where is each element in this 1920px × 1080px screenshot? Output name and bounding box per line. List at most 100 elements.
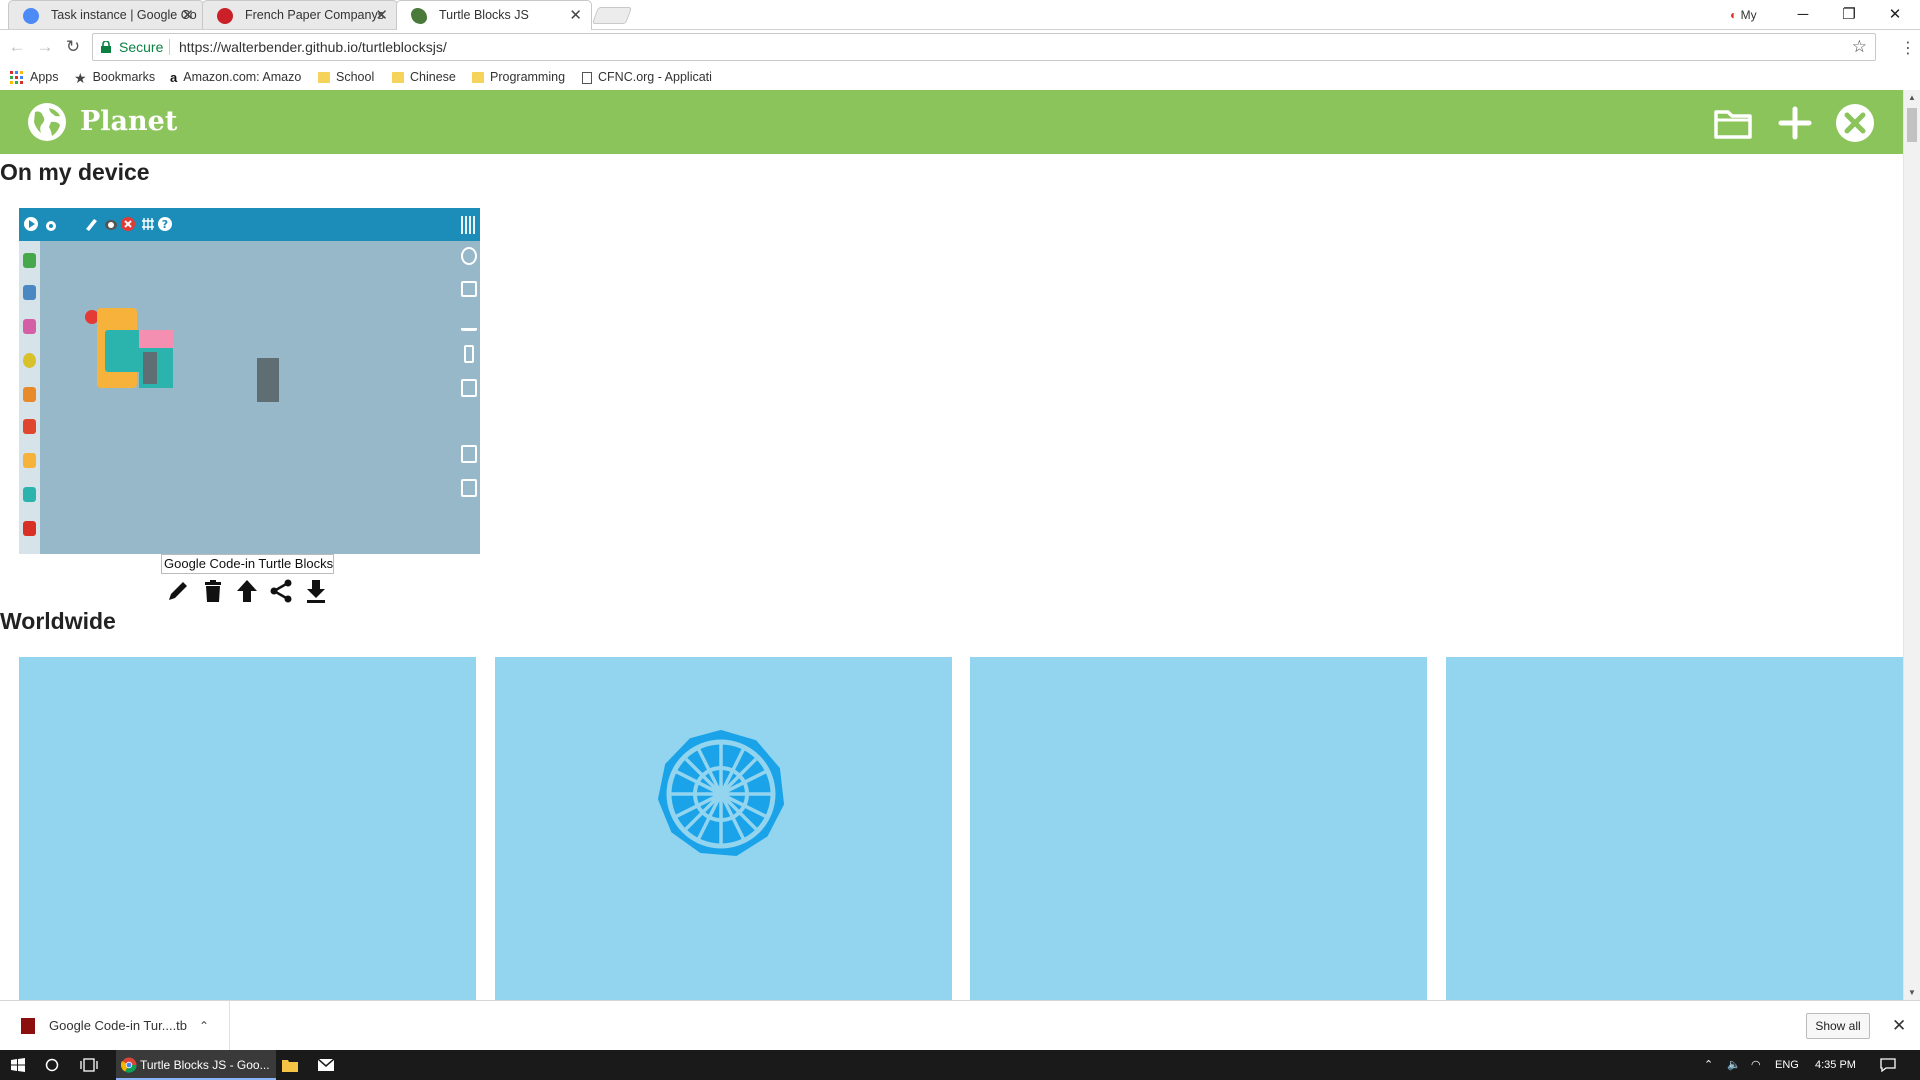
show-all-button[interactable]: Show all	[1806, 1013, 1870, 1039]
page-scrollbar[interactable]: ▲ ▼	[1903, 90, 1920, 1000]
file-icon	[21, 1018, 35, 1034]
scrollbar-thumb[interactable]	[1907, 108, 1917, 142]
restore-button[interactable]: ❐	[1826, 0, 1872, 30]
reload-button[interactable]: ↻	[62, 36, 84, 58]
planet-icon	[461, 247, 477, 265]
scroll-up-icon[interactable]: ▲	[1908, 93, 1916, 102]
pinterest-icon	[217, 8, 233, 24]
save-icon	[461, 313, 477, 331]
apps-grid-icon	[10, 70, 23, 84]
project-thumbnail[interactable]: ?	[19, 208, 480, 554]
bookmark-star-icon[interactable]: ☆	[1852, 34, 1867, 60]
profile-chip[interactable]: ◐ My	[1730, 6, 1757, 24]
palette-boolean	[23, 353, 36, 368]
file-explorer-icon[interactable]	[282, 1058, 298, 1072]
chevron-up-icon[interactable]: ⌃	[199, 1001, 209, 1051]
repeat-block	[105, 330, 141, 372]
edit-icon[interactable]	[165, 578, 191, 604]
folder-icon	[392, 72, 404, 84]
download-item[interactable]: Google Code-in Tur....tb ⌃	[0, 1001, 230, 1051]
worldwide-project-card[interactable]	[1446, 657, 1903, 1000]
url-text[interactable]: https://walterbender.github.io/turtleblo…	[179, 34, 447, 60]
download-filename: Google Code-in Tur....tb	[49, 1018, 188, 1033]
grid-icon	[142, 218, 154, 230]
aux-toolbar	[458, 241, 480, 554]
tab-title: Turtle Blocks JS	[439, 8, 529, 22]
tab-title: Task instance | Google Co	[51, 8, 197, 22]
task-view-icon[interactable]	[80, 1058, 98, 1072]
taskbar-chrome-window[interactable]: Turtle Blocks JS - Goo...	[116, 1050, 276, 1080]
forward-button[interactable]: →	[34, 36, 56, 58]
scroll-down-icon[interactable]: ▼	[1908, 988, 1916, 997]
divider	[169, 39, 170, 55]
menu-icon	[461, 216, 475, 234]
palette-action	[23, 453, 36, 468]
address-bar[interactable]: Secure https://walterbender.github.io/tu…	[92, 33, 1876, 61]
menu-kebab-icon[interactable]: ⋮	[1900, 38, 1916, 58]
worldwide-project-card[interactable]	[19, 657, 476, 1000]
tab-task-instance[interactable]: Task instance | Google Co ✕	[8, 0, 204, 29]
tray-expand-icon[interactable]: ⌃	[1704, 1050, 1713, 1080]
profile-label: My	[1740, 8, 1757, 22]
minimize-button[interactable]: ─	[1780, 0, 1826, 30]
planet-title: Planet	[80, 106, 178, 137]
new-tab-button[interactable]	[591, 7, 633, 24]
close-window-button[interactable]: ✕	[1872, 0, 1918, 30]
svg-text:?: ?	[162, 218, 168, 231]
close-download-bar-icon[interactable]: ✕	[1892, 1001, 1906, 1051]
bookmark-label: Programming	[490, 70, 566, 84]
notifications-icon[interactable]	[1880, 1058, 1896, 1072]
download-icon[interactable]	[303, 578, 329, 604]
palette-media	[23, 487, 36, 502]
close-tab-icon[interactable]: ✕	[181, 1, 194, 29]
project-name-field[interactable]: Google Code-in Turtle Blocks	[161, 554, 334, 574]
windows-start-icon[interactable]	[11, 1058, 25, 1072]
block-palette	[19, 241, 40, 554]
wrench-icon	[461, 413, 477, 431]
palette-extras	[23, 521, 36, 536]
volume-icon[interactable]: 🔈	[1727, 1050, 1741, 1080]
bookmark-amazon[interactable]: a Amazon.com: Amazo	[170, 64, 301, 90]
close-icon[interactable]	[1835, 103, 1875, 143]
tab-turtle-blocks[interactable]: Turtle Blocks JS ✕	[396, 0, 592, 30]
close-tab-icon[interactable]: ✕	[569, 1, 582, 30]
page-icon	[582, 71, 592, 84]
clock[interactable]: 4:35 PM	[1815, 1050, 1856, 1080]
trash-icon	[461, 445, 477, 463]
worldwide-project-card[interactable]	[970, 657, 1427, 1000]
number-block	[139, 330, 173, 348]
tab-strip: Task instance | Google Co ✕ French Paper…	[0, 0, 1920, 30]
bookmark-chinese[interactable]: Chinese	[392, 64, 456, 90]
bookmark-bookmarks[interactable]: ★ Bookmarks	[74, 64, 155, 90]
worldwide-project-card[interactable]	[495, 657, 952, 1000]
bookmark-label: Apps	[30, 70, 59, 84]
new-project-icon[interactable]	[1775, 103, 1815, 143]
mail-icon[interactable]	[318, 1059, 334, 1071]
bookmark-label: Chinese	[410, 70, 456, 84]
publish-icon[interactable]	[234, 578, 260, 604]
tab-french-paper[interactable]: French Paper Companys ✕	[202, 0, 398, 29]
lock-icon	[101, 41, 111, 53]
turtle-icon	[411, 8, 427, 24]
wifi-icon[interactable]: ◠	[1751, 1050, 1761, 1080]
bookmarks-bar: Apps ★ Bookmarks a Amazon.com: Amazo Schoo…	[0, 64, 1920, 90]
language-indicator[interactable]: ENG	[1775, 1050, 1799, 1080]
cortana-search-icon[interactable]	[45, 1058, 59, 1072]
delete-icon[interactable]	[200, 578, 226, 604]
bookmark-label: Amazon.com: Amazo	[183, 70, 302, 84]
bookmark-school[interactable]: School	[318, 64, 374, 90]
open-folder-icon[interactable]	[1713, 103, 1753, 143]
share-icon[interactable]	[268, 578, 294, 604]
globe-icon[interactable]	[27, 102, 67, 142]
bookmark-programming[interactable]: Programming	[472, 64, 565, 90]
bookmark-apps[interactable]: Apps	[10, 64, 59, 90]
bookmark-label: CFNC.org - Applicati	[598, 70, 712, 84]
close-tab-icon[interactable]: ✕	[375, 1, 388, 29]
back-button[interactable]: ←	[6, 36, 28, 58]
secure-label: Secure	[119, 39, 164, 55]
folder-icon	[318, 72, 330, 84]
taskbar-window-title: Turtle Blocks JS - Goo...	[140, 1058, 270, 1072]
palette-flow	[23, 387, 36, 402]
bookmark-cfnc[interactable]: CFNC.org - Applicati	[582, 64, 712, 90]
help-icon: ?	[158, 217, 172, 231]
